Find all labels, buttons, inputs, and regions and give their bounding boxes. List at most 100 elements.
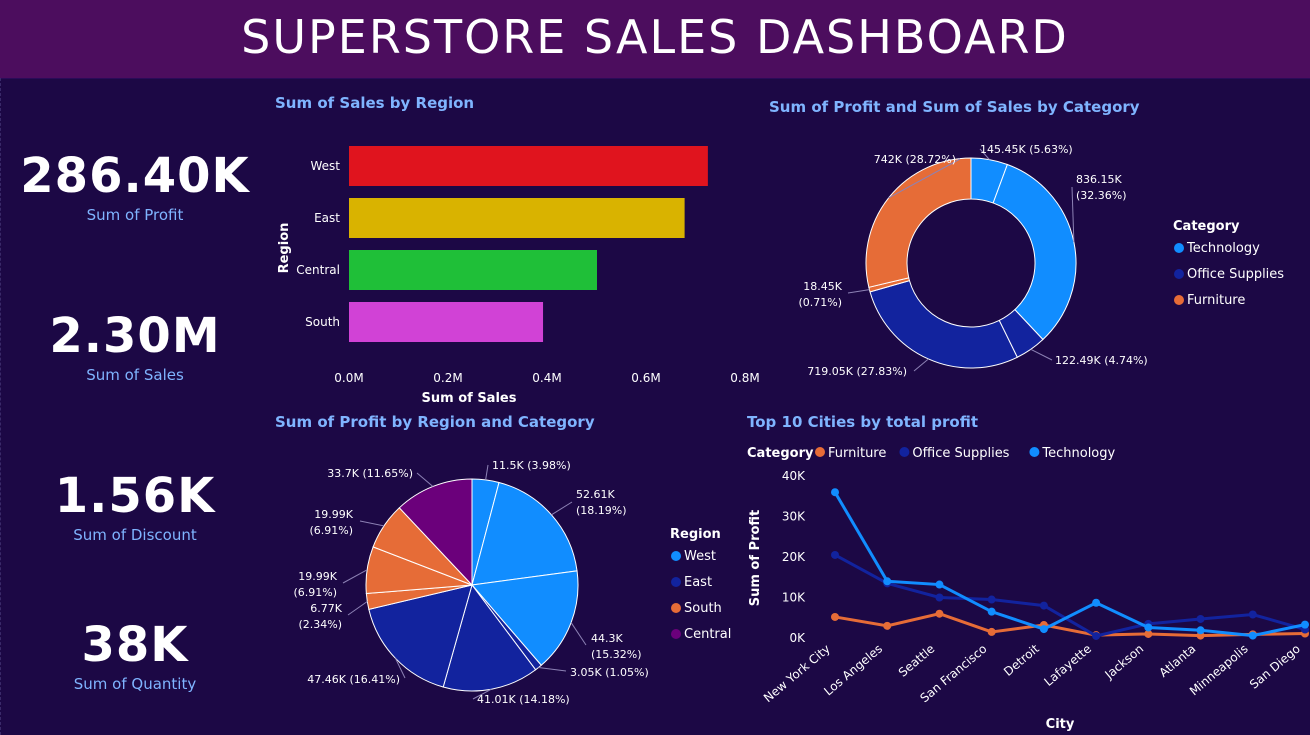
profit-region-category-pie-chart[interactable]: 11.5K (3.98%) 52.61K (18.19%) 44.3K (15.32%)…	[280, 445, 750, 715]
kpi-card-discount[interactable]: 1.56K Sum of Discount	[0, 468, 270, 544]
bar-west[interactable]	[349, 146, 708, 186]
legend-item[interactable]: Office Supplies	[1187, 267, 1284, 282]
data-point[interactable]	[1092, 631, 1101, 640]
legend-marker	[1174, 243, 1184, 253]
x-tick-label: Atlanta	[1156, 642, 1198, 680]
slice-data-label: 52.61K	[576, 488, 615, 501]
data-point[interactable]	[987, 595, 996, 604]
data-point[interactable]	[1039, 601, 1048, 610]
x-axis-label: Sum of Sales	[422, 391, 517, 406]
top-cities-line-chart[interactable]: Category Furniture Office Supplies Technolo…	[740, 438, 1310, 735]
x-axis-label: City	[1046, 717, 1075, 732]
legend-item[interactable]: South	[684, 601, 722, 616]
y-tick-label: 40K	[782, 469, 806, 483]
kpi-value-quantity: 38K	[81, 617, 189, 673]
bar-south[interactable]	[349, 302, 544, 342]
profit-sales-category-donut-chart[interactable]: 145.45K (5.63%) 836.15K (32.36%) 122.49K (4…	[780, 125, 1310, 390]
data-point[interactable]	[831, 488, 839, 497]
donut-slice[interactable]	[992, 163, 1077, 341]
leader-line	[913, 358, 929, 372]
data-point[interactable]	[1092, 598, 1101, 607]
leader-line	[342, 569, 368, 584]
legend-item[interactable]: Technology	[1041, 446, 1115, 461]
legend-title: Category	[1173, 219, 1240, 234]
slice-data-label: 6.77K	[310, 602, 342, 615]
slice-data-label: 742K (28.72%)	[874, 153, 956, 166]
legend-marker	[1174, 295, 1184, 305]
legend-marker	[1029, 447, 1040, 457]
slice-data-label: 11.5K (3.98%)	[492, 459, 571, 472]
data-point[interactable]	[1039, 625, 1048, 634]
x-tick-label: 0.6M	[631, 371, 660, 385]
bar-category-label: East	[314, 211, 340, 225]
legend-item[interactable]: East	[684, 575, 712, 590]
legend-marker	[899, 447, 910, 457]
slice-data-label: (18.19%)	[576, 504, 627, 517]
series-line[interactable]	[833, 491, 1306, 638]
leader-line	[551, 501, 573, 516]
kpi-value-discount: 1.56K	[54, 468, 216, 524]
data-point[interactable]	[883, 621, 892, 630]
leader-line	[416, 472, 434, 487]
y-axis-label: Region	[277, 223, 292, 274]
slice-data-label: (2.34%)	[298, 618, 342, 631]
kpi-card-sales[interactable]: 2.30M Sum of Sales	[0, 308, 270, 384]
x-tick-label: Jackson	[1102, 642, 1147, 683]
series-line[interactable]	[834, 553, 1306, 638]
slice-data-label: 44.3K	[591, 632, 623, 645]
data-point[interactable]	[935, 609, 944, 618]
legend-item[interactable]: Office Supplies	[912, 446, 1009, 461]
chart-title-region-category-pie: Sum of Profit by Region and Category	[275, 413, 595, 431]
y-tick-label: 10K	[782, 591, 806, 605]
data-point[interactable]	[1248, 631, 1257, 640]
leader-line	[1030, 348, 1053, 361]
x-tick-label: Detroit	[1001, 641, 1042, 679]
legend-item[interactable]: Technology	[1186, 241, 1260, 256]
kpi-label-discount: Sum of Discount	[73, 526, 197, 544]
x-tick-label: Seattle	[896, 642, 938, 680]
leader-line	[538, 667, 567, 672]
data-point[interactable]	[1301, 620, 1309, 629]
data-point[interactable]	[883, 577, 892, 586]
donut-slice[interactable]	[865, 157, 972, 288]
legend-item[interactable]: Furniture	[1187, 293, 1245, 308]
leader-line	[347, 601, 368, 616]
data-point[interactable]	[1196, 614, 1205, 623]
slice-data-label: 3.05K (1.05%)	[570, 666, 649, 679]
leader-line	[485, 464, 489, 480]
data-point[interactable]	[935, 593, 944, 602]
sales-by-region-bar-chart[interactable]: West East Central South 0.0M 0.2M 0.4M 0.6M 0.8M…	[270, 130, 770, 410]
slice-data-label: 41.01K (14.18%)	[477, 693, 570, 706]
data-point[interactable]	[1248, 610, 1257, 619]
data-point[interactable]	[935, 580, 944, 589]
kpi-label-profit: Sum of Profit	[86, 206, 184, 224]
leader-line	[359, 520, 385, 527]
kpi-card-quantity[interactable]: 38K Sum of Quantity	[0, 617, 270, 693]
legend-item[interactable]: Central	[684, 627, 731, 642]
data-point[interactable]	[987, 607, 996, 616]
legend-marker	[815, 447, 825, 457]
slice-data-label: 18.45K	[803, 280, 842, 293]
donut-slice[interactable]	[869, 279, 1018, 369]
y-axis-label: Sum of Profit	[748, 510, 763, 607]
slice-data-label: (32.36%)	[1076, 189, 1127, 202]
chart-title-top-cities: Top 10 Cities by total profit	[747, 413, 978, 431]
data-point[interactable]	[1144, 623, 1153, 632]
y-tick-label: 0K	[789, 631, 806, 645]
chart-title-sales-by-region: Sum of Sales by Region	[275, 94, 475, 112]
x-tick-label: Lafayette	[1041, 642, 1094, 689]
data-point[interactable]	[1196, 626, 1205, 635]
slice-data-label: (0.71%)	[798, 296, 842, 309]
data-point[interactable]	[987, 627, 996, 636]
legend-item[interactable]: West	[684, 549, 716, 564]
bar-east[interactable]	[349, 198, 685, 238]
kpi-card-profit[interactable]: 286.40K Sum of Profit	[0, 148, 270, 224]
data-point[interactable]	[831, 550, 839, 559]
y-tick-label: 30K	[782, 510, 806, 524]
slice-data-label: (6.91%)	[309, 524, 353, 537]
legend-item[interactable]: Furniture	[828, 446, 886, 461]
bar-central[interactable]	[349, 250, 597, 290]
data-point[interactable]	[831, 612, 839, 621]
x-tick-label: New York City	[761, 642, 833, 706]
slice-data-label: 33.7K (11.65%)	[327, 467, 413, 480]
